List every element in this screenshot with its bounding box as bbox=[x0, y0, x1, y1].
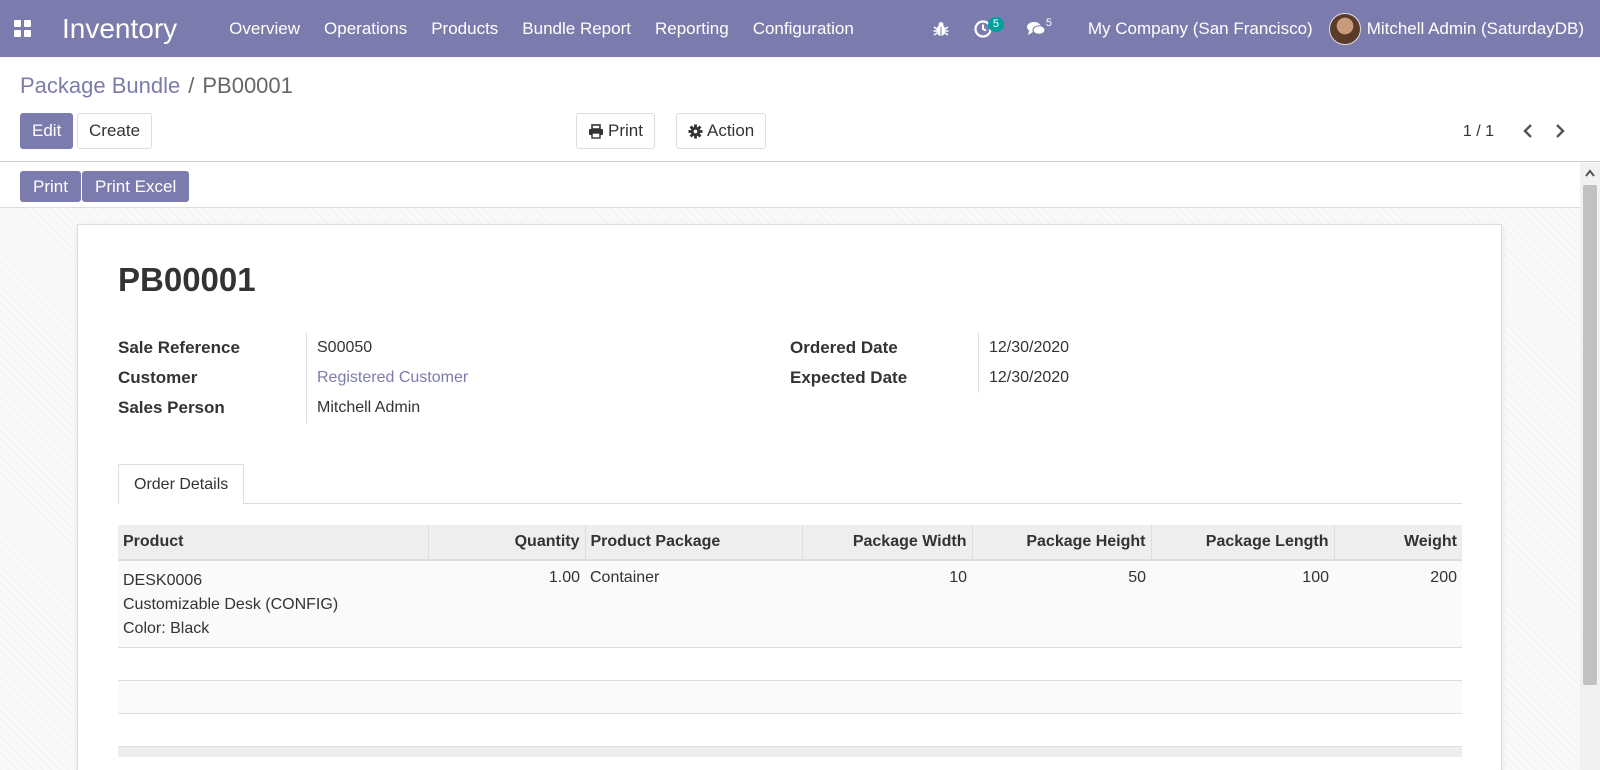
scrollbar-thumb[interactable] bbox=[1583, 185, 1597, 685]
package-width-cell: 10 bbox=[949, 569, 967, 586]
package-height-cell: 50 bbox=[1128, 569, 1146, 586]
product-name: Customizable Desk (CONFIG) bbox=[123, 596, 339, 613]
field-expected-date: Expected Date 12/30/2020 bbox=[790, 363, 1069, 393]
debug-bug-icon[interactable] bbox=[920, 0, 962, 57]
field-label: Expected Date bbox=[790, 368, 908, 387]
action-label: Action bbox=[707, 121, 755, 140]
tab-order-details[interactable]: Order Details bbox=[118, 464, 245, 505]
activity-count-badge: 5 bbox=[987, 17, 1004, 32]
pager-next-icon[interactable] bbox=[1550, 121, 1570, 141]
ordered-date-value: 12/30/2020 bbox=[989, 339, 1070, 356]
vertical-scrollbar[interactable] bbox=[1580, 163, 1600, 770]
field-ordered-date: Ordered Date 12/30/2020 bbox=[790, 333, 1069, 363]
field-label: Sale Reference bbox=[118, 338, 240, 357]
field-divider bbox=[306, 393, 307, 423]
printer-icon bbox=[589, 123, 603, 139]
menu-operations[interactable]: Operations bbox=[312, 0, 419, 57]
customer-link[interactable]: Registered Customer bbox=[317, 369, 468, 387]
print-label: Print bbox=[608, 121, 643, 140]
empty-row bbox=[118, 713, 1462, 747]
column-header-package-length[interactable]: Package Length bbox=[1151, 525, 1335, 561]
field-sale-reference: Sale Reference S00050 bbox=[118, 333, 468, 363]
table-header-row: Product Quantity Product Package Package… bbox=[118, 525, 1462, 561]
table-row[interactable]: DESK0006 Customizable Desk (CONFIG) Colo… bbox=[118, 560, 1462, 648]
edit-button[interactable]: Edit bbox=[20, 113, 74, 149]
breadcrumb: Package Bundle / PB00001 bbox=[20, 73, 293, 99]
column-header-product-package[interactable]: Product Package bbox=[585, 525, 803, 561]
right-field-group: Ordered Date 12/30/2020 Expected Date 12… bbox=[790, 333, 1069, 393]
app-brand[interactable]: Inventory bbox=[62, 13, 177, 45]
package-length-cell: 100 bbox=[1302, 569, 1329, 586]
activity-clock-icon[interactable]: 5 bbox=[962, 0, 1014, 57]
avatar bbox=[1328, 12, 1361, 45]
apps-menu-icon[interactable] bbox=[2, 0, 42, 57]
product-package-cell: Container bbox=[590, 569, 660, 586]
print-excel-button[interactable]: Print Excel bbox=[82, 171, 190, 202]
table-footer bbox=[118, 746, 1462, 757]
pager-value[interactable]: 1 / 1 bbox=[1463, 123, 1494, 141]
column-header-product[interactable]: Product bbox=[118, 525, 429, 561]
messages-chat-icon[interactable]: 5 bbox=[1014, 0, 1068, 57]
main-menu: Overview Operations Products Bundle Repo… bbox=[217, 0, 866, 57]
field-sales-person: Sales Person Mitchell Admin bbox=[118, 393, 468, 423]
user-name: Mitchell Admin (SaturdayDB) bbox=[1366, 18, 1584, 38]
company-switcher[interactable]: My Company (San Francisco) bbox=[1068, 0, 1329, 57]
field-divider bbox=[306, 333, 307, 363]
menu-bundle-report[interactable]: Bundle Report bbox=[510, 0, 643, 57]
menu-reporting[interactable]: Reporting bbox=[643, 0, 741, 57]
left-field-group: Sale Reference S00050 Customer Registere… bbox=[118, 333, 468, 423]
menu-overview[interactable]: Overview bbox=[217, 0, 312, 57]
breadcrumb-package-bundle[interactable]: Package Bundle bbox=[20, 73, 180, 99]
scroll-up-arrow-icon[interactable] bbox=[1580, 163, 1600, 183]
field-divider bbox=[978, 363, 979, 393]
form-statusbar: Print Print Excel bbox=[0, 163, 1580, 208]
statusbar-print-button[interactable]: Print bbox=[20, 171, 81, 202]
product-variant: Color: Black bbox=[123, 620, 210, 637]
top-navbar: Inventory Overview Operations Products B… bbox=[0, 0, 1600, 57]
create-button[interactable]: Create bbox=[77, 113, 153, 149]
empty-row bbox=[118, 680, 1462, 714]
field-label: Customer bbox=[118, 368, 198, 387]
field-divider bbox=[306, 363, 307, 393]
pager-previous-icon[interactable] bbox=[1518, 121, 1538, 141]
column-header-package-width[interactable]: Package Width bbox=[802, 525, 973, 561]
quantity-cell: 1.00 bbox=[548, 569, 580, 586]
menu-configuration[interactable]: Configuration bbox=[741, 0, 866, 57]
field-divider bbox=[978, 333, 979, 363]
expected-date-value: 12/30/2020 bbox=[989, 369, 1070, 386]
product-code: DESK0006 bbox=[123, 572, 203, 589]
menu-products[interactable]: Products bbox=[419, 0, 510, 57]
product-cell: DESK0006 Customizable Desk (CONFIG) Colo… bbox=[118, 560, 428, 648]
empty-row bbox=[118, 647, 1462, 681]
gear-icon bbox=[688, 123, 703, 139]
sale-reference-value: S00050 bbox=[317, 339, 373, 356]
messages-count-badge: 5 bbox=[1045, 17, 1052, 29]
field-label: Ordered Date bbox=[790, 338, 898, 357]
weight-cell: 200 bbox=[1430, 569, 1457, 586]
column-header-quantity[interactable]: Quantity bbox=[428, 525, 586, 561]
field-customer: Customer Registered Customer bbox=[118, 363, 468, 393]
breadcrumb-separator: / bbox=[188, 73, 195, 98]
field-label: Sales Person bbox=[118, 398, 225, 417]
column-header-weight[interactable]: Weight bbox=[1334, 525, 1462, 561]
record-title: PB00001 bbox=[118, 261, 256, 298]
user-menu[interactable]: Mitchell Admin (SaturdayDB) bbox=[1328, 0, 1600, 57]
order-lines-table: Product Quantity Product Package Package… bbox=[118, 525, 1462, 757]
sales-person-value: Mitchell Admin bbox=[317, 399, 421, 416]
column-header-package-height[interactable]: Package Height bbox=[972, 525, 1152, 561]
navbar-systray: 5 5 My Company (San Francisco) Mitchell … bbox=[920, 0, 1600, 57]
action-dropdown-button[interactable]: Action bbox=[676, 113, 767, 149]
breadcrumb-current: PB00001 bbox=[202, 73, 293, 98]
print-dropdown-button[interactable]: Print bbox=[576, 113, 655, 149]
notebook-tabs: Order Details bbox=[118, 464, 1462, 505]
form-sheet: PB00001 Sale Reference S00050 Customer R… bbox=[77, 224, 1502, 770]
control-panel: Package Bundle / PB00001 Edit Create Pri… bbox=[0, 57, 1600, 162]
